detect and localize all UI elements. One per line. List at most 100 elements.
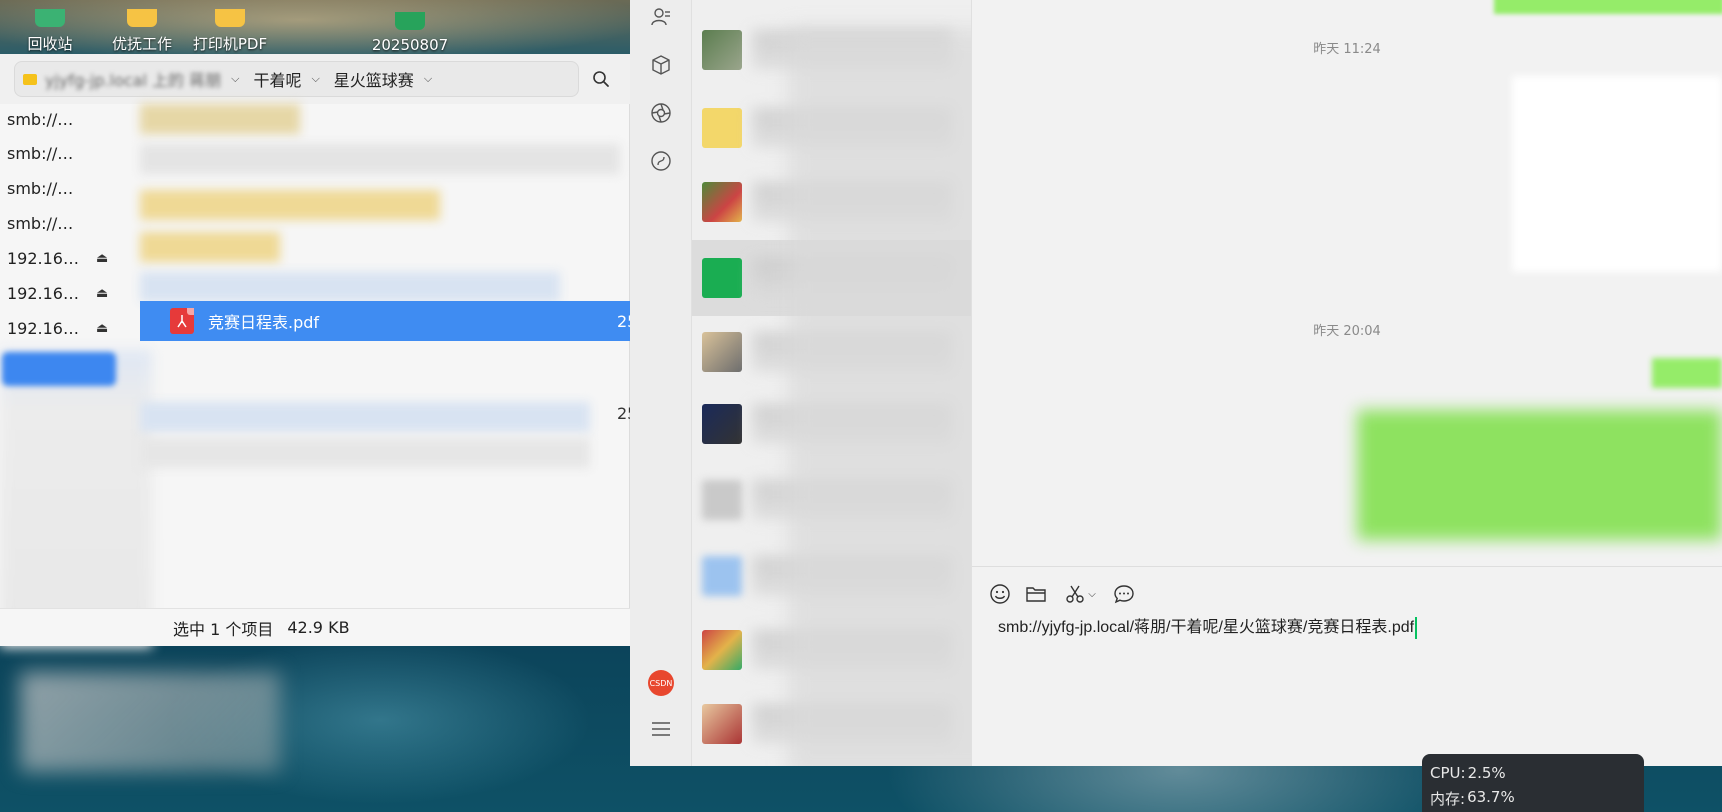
desktop-icon-20250807[interactable]: 20250807 (360, 0, 460, 54)
folder-icon (215, 9, 245, 27)
csdn-avatar[interactable]: CSDN (648, 670, 674, 696)
desktop-icon-folder-printer-pdf[interactable]: 打印机PDF (180, 0, 280, 54)
status-bar: 选中 1 个项目 42.9 KB (0, 608, 630, 646)
breadcrumb-label: 星火篮球赛 (333, 71, 414, 90)
desktop-widget-blurred (20, 672, 280, 772)
blurred-file-row (140, 144, 620, 174)
desktop-icon-recycle-bin[interactable]: 回收站 (0, 0, 100, 54)
blurred-file-row (140, 104, 300, 134)
desktop-icon-label: 20250807 (371, 36, 449, 54)
blurred-file-row (140, 190, 440, 220)
sidebar-item-label: 192.16… (7, 318, 79, 338)
avatar (702, 556, 742, 596)
sidebar-item-network-host[interactable]: 192.16… ⏏ (0, 243, 127, 273)
group-avatar (702, 332, 742, 372)
breadcrumb-item-share[interactable]: yjyfg-jp.local 上的 蒋朋 ⌵ (45, 67, 239, 91)
sidebar-item-smb[interactable]: smb://… (0, 138, 127, 168)
menu-button[interactable] (648, 716, 674, 742)
desktop-icon-label: 打印机PDF (192, 35, 268, 53)
blurred-file-row (140, 232, 280, 262)
chevron-down-icon[interactable]: ⌵ (311, 72, 319, 86)
spreadsheet-icon (395, 12, 425, 30)
file-row-selected[interactable]: 竞赛日程表.pdf 25 (140, 301, 637, 341)
blurred-file-row (140, 438, 590, 468)
chevron-down-icon[interactable]: ⌵ (231, 72, 239, 86)
chat-window: CSDN 昨天 11:24 昨天 20:04 ⌵ (630, 0, 1722, 766)
sidebar-blurred-region (0, 350, 152, 648)
message-composer: ⌵ (972, 566, 1722, 766)
message-bubble-received-blurred (1512, 76, 1722, 272)
send-file-button[interactable] (1024, 582, 1048, 606)
group-avatar (702, 30, 742, 70)
memory-usage-row: 内存: 63.7% (1430, 788, 1644, 812)
breadcrumb-label: 干着呢 (253, 71, 302, 90)
sidebar-item-smb[interactable]: smb://… (0, 104, 127, 134)
desktop-icon-label: 优抚工作 (111, 35, 172, 53)
moments-button[interactable] (648, 100, 674, 126)
recycle-bin-icon (35, 9, 65, 27)
sidebar-item-label: 192.16… (7, 248, 79, 268)
pdf-file-icon (170, 308, 194, 334)
file-manager-toolbar: yjyfg-jp.local 上的 蒋朋 ⌵ 干着呢 ⌵ 星火篮球赛 ⌵ (0, 54, 630, 104)
eject-icon[interactable]: ⏏ (96, 286, 108, 301)
file-manager-window: yjyfg-jp.local 上的 蒋朋 ⌵ 干着呢 ⌵ 星火篮球赛 ⌵ smb… (0, 54, 637, 648)
emoji-icon (990, 584, 1010, 604)
system-monitor-widget: CPU: 2.5% 内存: 63.7% (1422, 754, 1644, 812)
emoji-button[interactable] (988, 582, 1012, 606)
sidebar-item-network-host[interactable]: 192.16… ⏏ (0, 278, 127, 308)
cpu-value: 2.5% (1467, 764, 1506, 782)
sidebar-selected-blurred (2, 352, 116, 386)
cpu-label: CPU: (1430, 764, 1466, 782)
breadcrumb-item-ganzhene[interactable]: 干着呢 ⌵ (253, 67, 319, 91)
scissors-icon (1066, 585, 1084, 603)
hamburger-menu-icon (652, 722, 670, 736)
sidebar-item-smb[interactable]: smb://… (0, 208, 127, 238)
group-avatar (702, 630, 742, 670)
memory-value: 63.7% (1467, 788, 1515, 806)
eject-icon[interactable]: ⏏ (96, 321, 108, 336)
sidebar-item-label: smb://… (7, 143, 74, 163)
avatar (702, 480, 742, 520)
cube-icon (652, 55, 670, 75)
eject-icon[interactable]: ⏏ (96, 251, 108, 266)
folder-icon (1026, 587, 1046, 602)
group-avatar (702, 182, 742, 222)
breadcrumb-label: yjyfg-jp.local 上的 蒋朋 (45, 71, 222, 90)
sidebar-item-label: 192.16… (7, 283, 79, 303)
sidebar-item-network-host[interactable]: 192.16… ⏏ (0, 313, 127, 343)
channels-button[interactable] (648, 148, 674, 174)
aperture-icon (651, 103, 671, 123)
breadcrumb-item-xinghuo[interactable]: 星火篮球赛 ⌵ (334, 67, 432, 91)
chevron-down-icon[interactable]: ⌵ (424, 72, 432, 86)
composer-toolbar: ⌵ (988, 581, 1136, 607)
avatar (702, 108, 742, 148)
chat-history-button[interactable] (1112, 582, 1136, 606)
sidebar-item-smb[interactable]: smb://… (0, 173, 127, 203)
message-bubble-sent-blurred (1494, 0, 1722, 14)
memory-label: 内存: (1430, 790, 1466, 808)
message-timestamp: 昨天 11:24 (1313, 42, 1381, 57)
chevron-down-icon[interactable]: ⌵ (1088, 589, 1096, 600)
message-timestamp: 昨天 20:04 (1313, 324, 1381, 339)
contacts-icon (651, 8, 670, 26)
cpu-usage-row: CPU: 2.5% (1430, 764, 1644, 788)
message-bubble-sent-blurred (1357, 410, 1722, 540)
message-bubble-sent-blurred (1652, 358, 1722, 388)
desktop-icon-folder-youfu[interactable]: 优抚工作 (92, 0, 192, 54)
mini-program-button[interactable] (648, 52, 674, 78)
screenshot-button[interactable]: ⌵ (1060, 582, 1100, 606)
folder-icon (127, 9, 157, 27)
sidebar-item-label: smb://… (7, 213, 74, 233)
contacts-button[interactable] (648, 4, 674, 30)
chat-nav-rail: CSDN (630, 0, 692, 766)
file-name: 竞赛日程表.pdf (208, 313, 320, 332)
sidebar-item-label: smb://… (7, 109, 74, 129)
chat-messages-pane: 昨天 11:24 昨天 20:04 ⌵ (972, 0, 1722, 766)
blurred-file-row (140, 272, 560, 302)
search-button[interactable] (588, 66, 614, 92)
chat-bubble-icon (1114, 585, 1134, 604)
message-input[interactable]: smb://yjyfg-jp.local/蒋朋/干着呢/星火篮球赛/竞赛日程表.… (998, 617, 1418, 639)
sidebar-item-label: smb://… (7, 178, 74, 198)
conversation-list (692, 0, 972, 766)
network-drive-icon (23, 73, 37, 85)
